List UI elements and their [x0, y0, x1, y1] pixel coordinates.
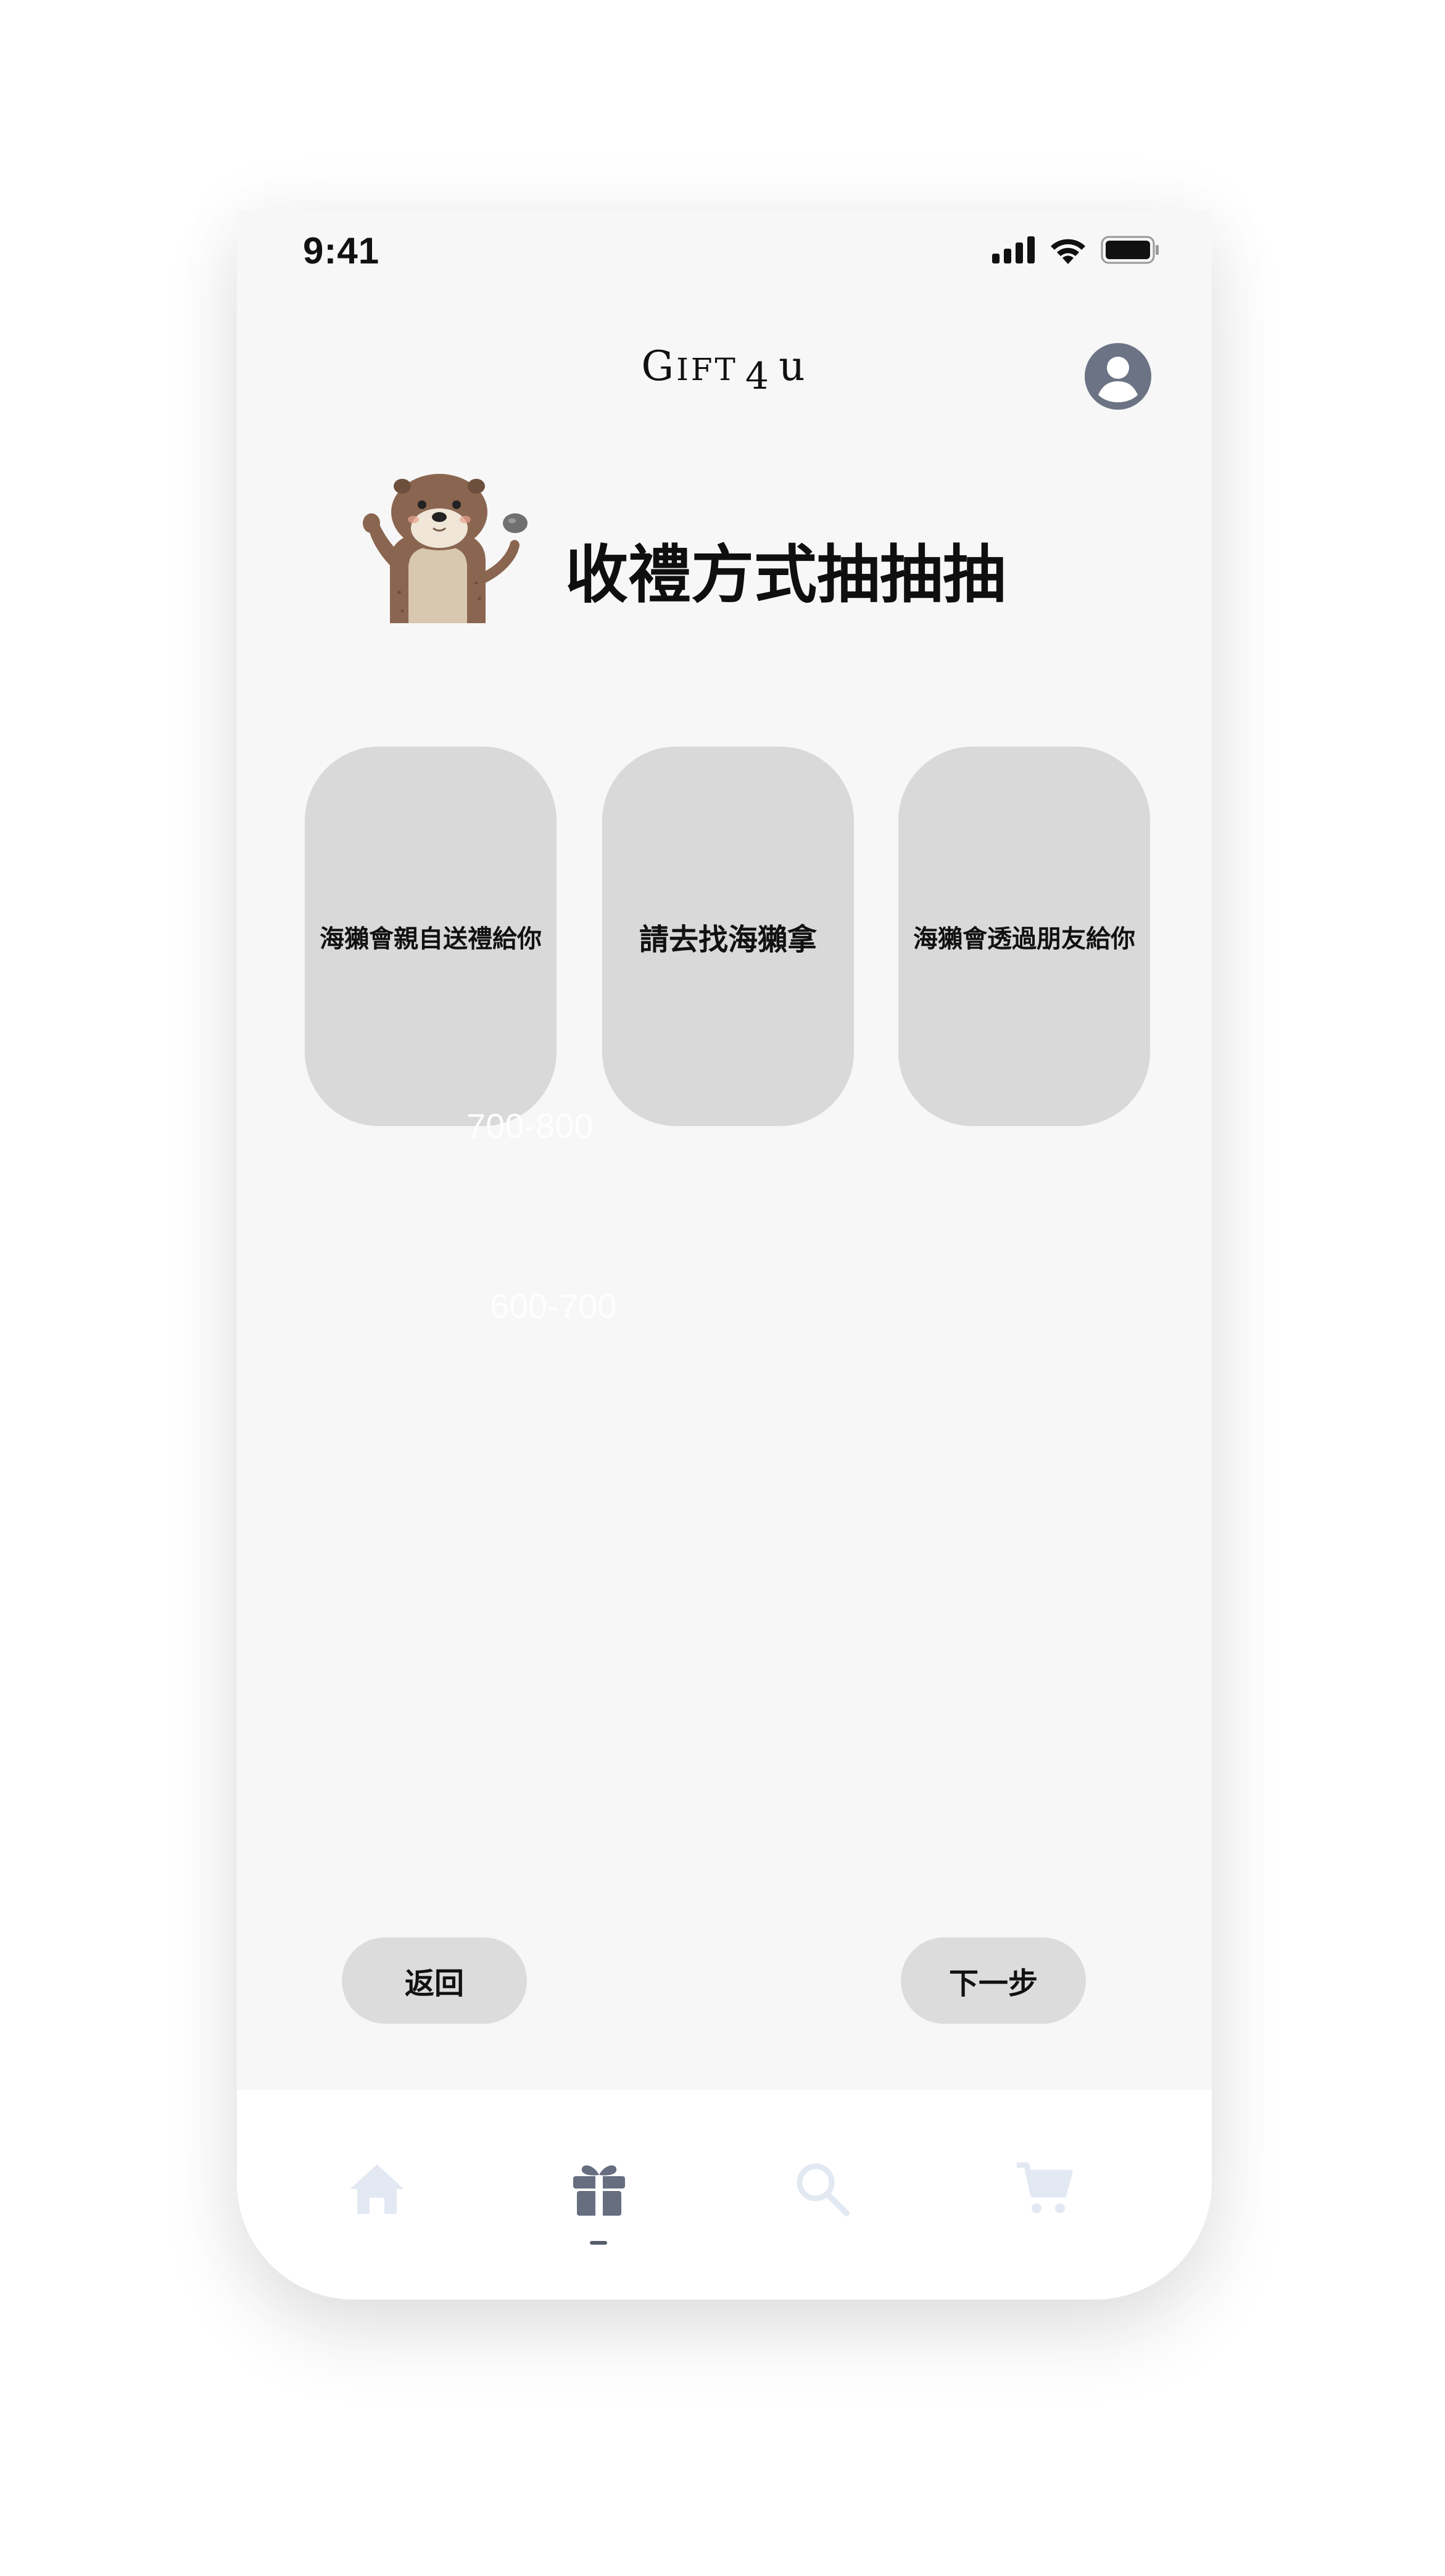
status-time: 9:41: [303, 230, 380, 271]
tab-search[interactable]: [788, 2155, 856, 2222]
gift-icon: [573, 2165, 625, 2216]
option-card-via-friend[interactable]: 海獺會透過朋友給你: [898, 747, 1150, 1126]
otter-mascot-icon: [363, 474, 528, 623]
page-title: 收禮方式抽抽抽: [565, 539, 1006, 612]
tab-cart[interactable]: [1010, 2155, 1078, 2222]
user-circle-icon: [1098, 357, 1138, 402]
tab-bar: [237, 2090, 1212, 2300]
tab-home[interactable]: [343, 2155, 411, 2222]
brand-g: G: [641, 342, 677, 390]
option-card-label: 海獺會透過朋友給你: [913, 924, 1135, 953]
phone-screen: 9:41 GIFT 4 u 收禮方式抽抽抽 海獺會親自送禮給你 請去找海獺拿 海…: [237, 210, 1212, 2300]
user-avatar-button[interactable]: [1085, 343, 1151, 410]
brand-u: u: [779, 342, 808, 390]
ghost-text-range-2: 600-700: [490, 1286, 617, 1325]
tab-gift[interactable]: [565, 2155, 633, 2222]
search-icon: [797, 2163, 850, 2216]
option-card-deliver-in-person[interactable]: 海獺會親自送禮給你: [305, 747, 557, 1126]
option-card-pick-up[interactable]: 請去找海獺拿: [602, 747, 854, 1126]
brand-logo: GIFT 4 u: [237, 342, 1212, 398]
option-card-label: 海獺會親自送禮給你: [320, 924, 542, 953]
page: 9:41 GIFT 4 u 收禮方式抽抽抽 海獺會親自送禮給你 請去找海獺拿 海…: [0, 0, 1445, 2576]
home-icon: [350, 2164, 404, 2214]
brand-4: 4: [745, 355, 772, 398]
next-button[interactable]: 下一步: [901, 1937, 1086, 2024]
cart-icon: [1017, 2162, 1073, 2213]
back-button[interactable]: 返回: [342, 1937, 527, 2024]
ghost-text-range-1: 700-800: [466, 1106, 594, 1145]
battery-icon: [1101, 236, 1159, 264]
wifi-icon: [1051, 239, 1085, 264]
option-card-label: 請去找海獺拿: [639, 922, 817, 957]
active-tab-indicator: [590, 2241, 607, 2245]
status-icons: [992, 236, 1160, 264]
signal-icon: [992, 236, 1035, 263]
brand-ift: IFT: [676, 352, 738, 387]
